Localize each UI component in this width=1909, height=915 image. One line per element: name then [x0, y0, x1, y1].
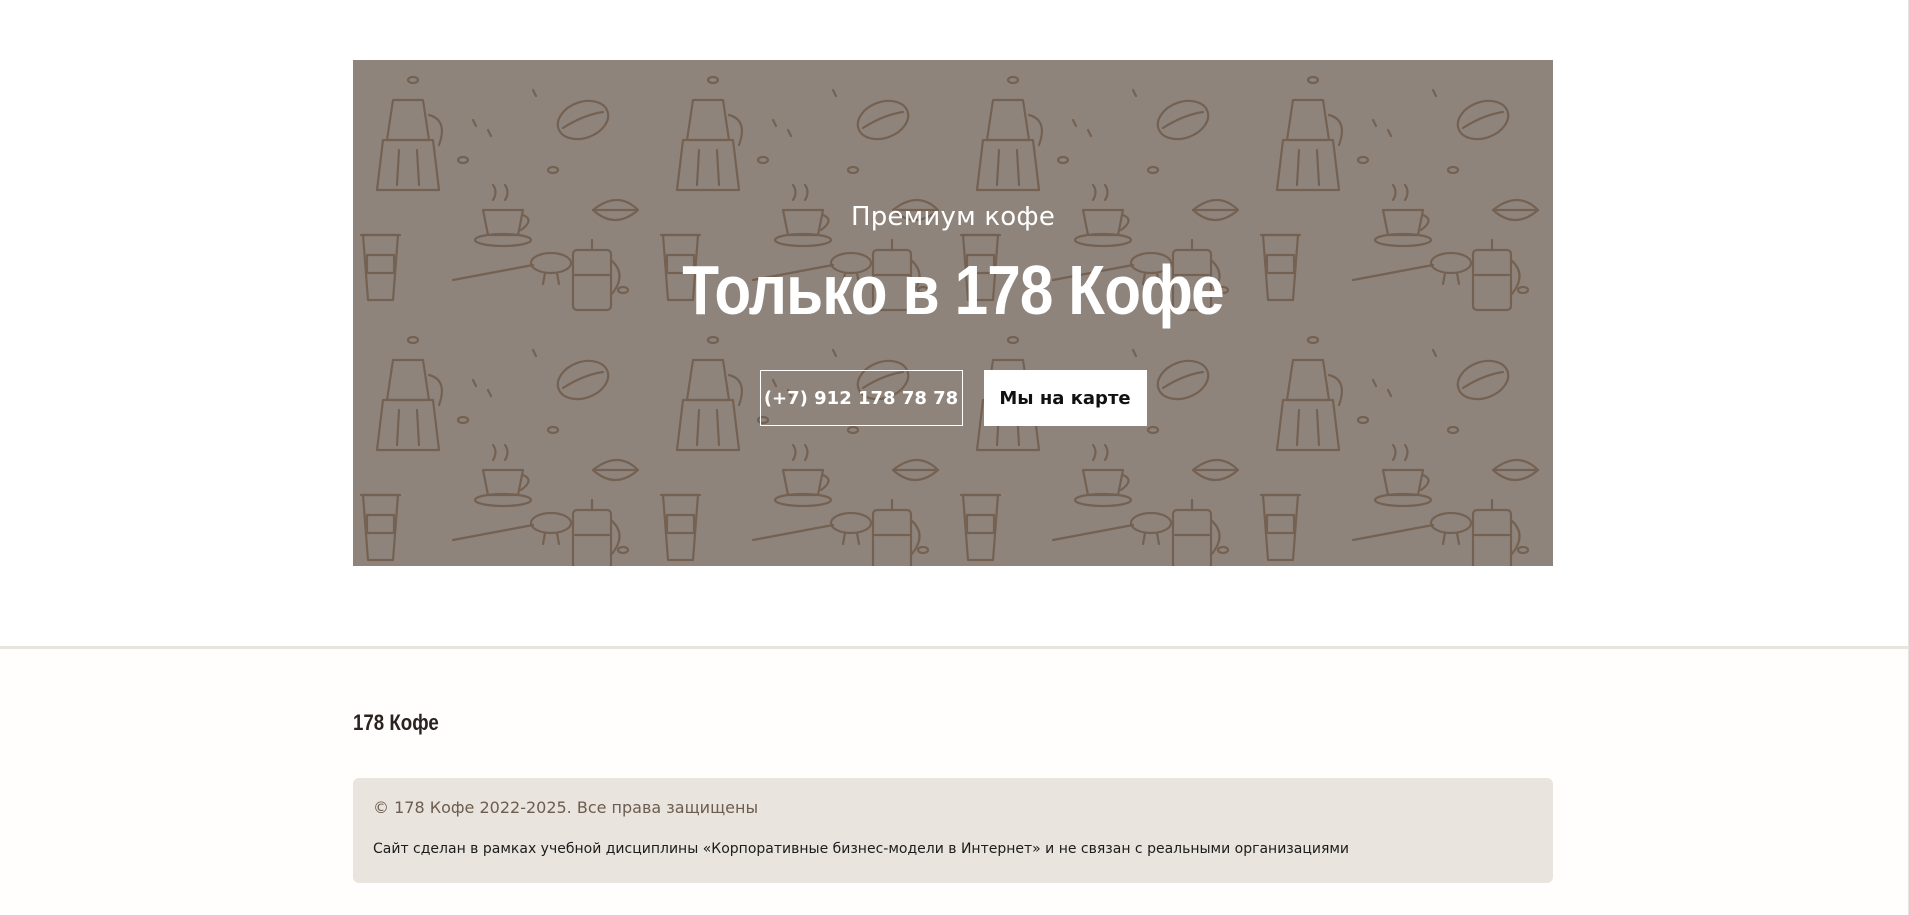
map-button[interactable]: Мы на карте	[983, 370, 1147, 426]
disclaimer-text: Сайт сделан в рамках учебной дисциплины …	[373, 841, 1350, 857]
footer-logo[interactable]: 178 Кофе	[353, 710, 439, 736]
footer-info-box: © 178 Кофе 2022-2025. Все права защищены…	[353, 778, 1553, 883]
hero-banner: Премиум кофе Только в 178 Кофе (+7) 912 …	[353, 60, 1553, 566]
hero-content: Премиум кофе Только в 178 Кофе (+7) 912 …	[353, 60, 1553, 566]
hero-buttons: (+7) 912 178 78 78 Мы на карте	[353, 370, 1553, 426]
hero-subtitle: Премиум кофе	[850, 202, 1056, 232]
phone-button[interactable]: (+7) 912 178 78 78	[759, 370, 963, 426]
page: Премиум кофе Только в 178 Кофе (+7) 912 …	[0, 0, 1909, 915]
hero-title: Только в 178 Кофе	[682, 251, 1224, 329]
copyright-text: © 178 Кофе 2022-2025. Все права защищены	[373, 798, 759, 817]
